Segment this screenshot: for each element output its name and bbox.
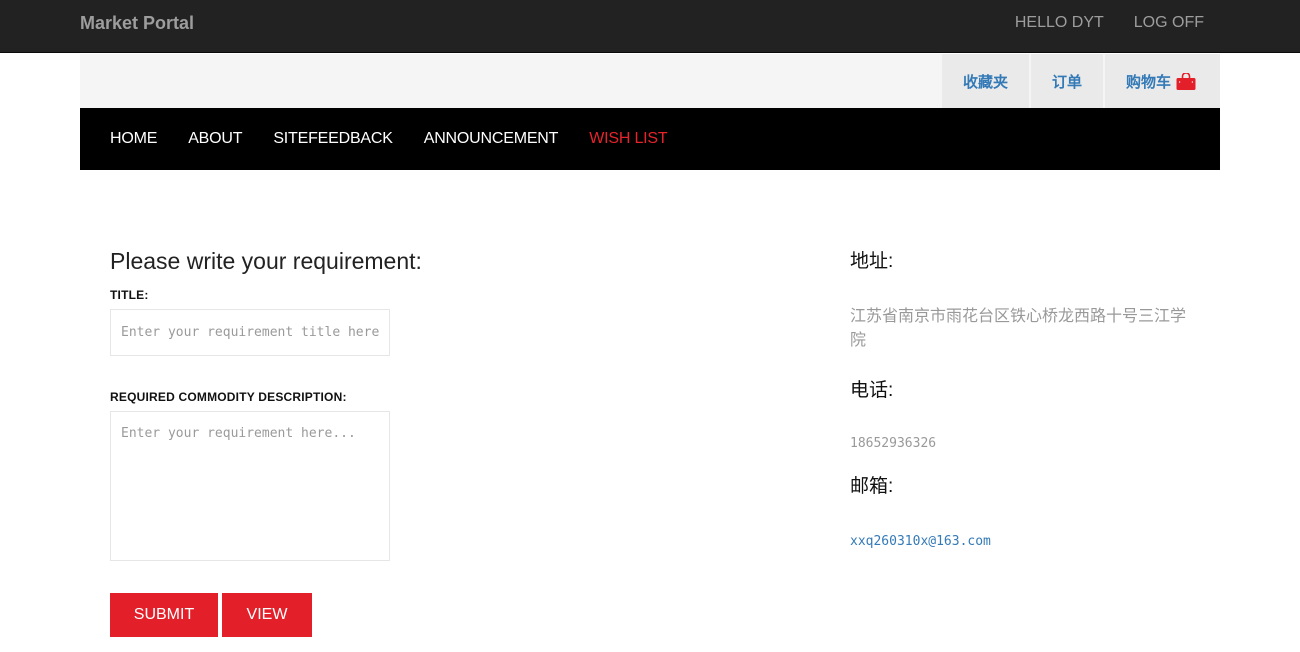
- submit-button[interactable]: SUBMIT: [110, 593, 218, 637]
- orders-link[interactable]: 订单: [1028, 54, 1103, 108]
- nav-home[interactable]: HOME: [110, 130, 157, 148]
- user-nav: HELLO DYT LOG OFF: [1015, 14, 1204, 32]
- nav-sitefeedback[interactable]: SITEFEEDBACK: [273, 130, 393, 148]
- email-label: 邮箱:: [850, 476, 894, 497]
- cart-label: 购物车: [1125, 73, 1171, 91]
- nav-about[interactable]: ABOUT: [188, 130, 242, 148]
- description-label: REQUIRED COMMODITY DESCRIPTION:: [110, 390, 347, 404]
- description-textarea[interactable]: [110, 411, 390, 561]
- nav-announcement[interactable]: ANNOUNCEMENT: [424, 130, 559, 148]
- utility-bar: 收藏夹 订单 购物车: [80, 54, 1220, 108]
- main-nav: HOME ABOUT SITEFEEDBACK ANNOUNCEMENT WIS…: [80, 108, 1220, 170]
- phone-label: 电话:: [850, 380, 894, 401]
- title-input[interactable]: [110, 309, 390, 356]
- requirement-form: Please write your requirement: TITLE: RE…: [110, 246, 610, 637]
- brand-link[interactable]: Market Portal: [80, 13, 194, 34]
- phone-value: 18652936326: [850, 436, 937, 451]
- favorites-label: 收藏夹: [962, 73, 1008, 91]
- greeting-link[interactable]: HELLO DYT: [1015, 14, 1104, 32]
- orders-label: 订单: [1051, 73, 1082, 91]
- contact-info: 地址: 江苏省南京市雨花台区铁心桥龙西路十号三江学院 电话: 186529363…: [850, 250, 1200, 550]
- view-button[interactable]: VIEW: [222, 593, 312, 637]
- email-link[interactable]: xxq260310x@163.com: [850, 534, 991, 549]
- shopping-bag-icon: [1176, 71, 1196, 90]
- form-heading: Please write your requirement:: [110, 248, 422, 274]
- cart-link[interactable]: 购物车: [1102, 54, 1220, 108]
- logout-link[interactable]: LOG OFF: [1134, 14, 1204, 32]
- address-value: 江苏省南京市雨花台区铁心桥龙西路十号三江学院: [850, 308, 1187, 349]
- title-label: TITLE:: [110, 288, 149, 302]
- nav-wish-list[interactable]: WISH LIST: [589, 130, 667, 148]
- top-navbar: Market Portal HELLO DYT LOG OFF: [0, 0, 1300, 53]
- favorites-link[interactable]: 收藏夹: [939, 54, 1029, 108]
- utility-links: 收藏夹 订单 购物车: [939, 54, 1220, 108]
- address-label: 地址:: [850, 251, 894, 272]
